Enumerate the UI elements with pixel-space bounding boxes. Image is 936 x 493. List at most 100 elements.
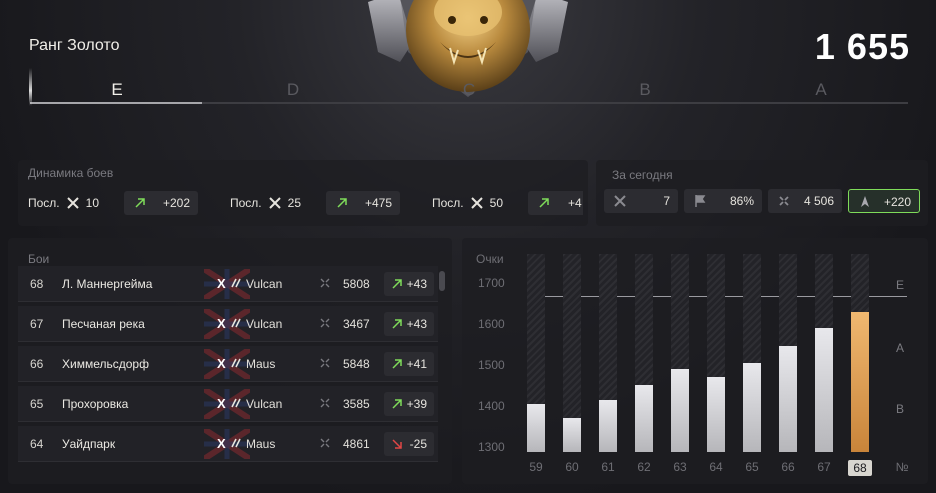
band-b: B [896, 402, 905, 416]
rank-title: Ранг Золото [29, 37, 120, 54]
tier-e[interactable]: E [102, 80, 132, 100]
battle-points-delta: +43 [384, 312, 434, 336]
tank-class-icon [231, 358, 241, 368]
battle-map: Химмельсдорф [62, 357, 149, 371]
bar-battle-67[interactable] [815, 328, 833, 452]
battle-points-delta: +43 [384, 272, 434, 296]
tier-c[interactable]: C [454, 80, 484, 100]
experience-icon [320, 358, 330, 368]
crossed-swords-icon [614, 195, 626, 207]
battles-scrollbar[interactable] [439, 271, 445, 291]
tier-b[interactable]: B [630, 80, 660, 100]
ranked-battles-screen: Ранг Золото 1 655 E D C B A Динамика бое… [0, 0, 936, 493]
nation-flag-icon [204, 309, 250, 339]
arrow-up-right-icon [390, 397, 404, 411]
x-tick-66: 66 [781, 460, 795, 474]
bar-battle-63[interactable] [671, 369, 689, 452]
today-experience-stat: 4 506 [768, 189, 842, 213]
tank-tier: X [217, 396, 226, 411]
flag-icon [695, 195, 706, 207]
tank-tier: X [217, 436, 226, 451]
chart-xlabel: № [895, 460, 909, 474]
tier-progress-bar: E D C B A [29, 68, 908, 106]
dynamics-prefix: Посл. [28, 196, 60, 210]
x-tick-59: 59 [529, 460, 543, 474]
rank-score: 1 655 [814, 26, 910, 67]
bar-battle-68[interactable] [851, 312, 869, 452]
x-tick-64: 64 [709, 460, 723, 474]
battle-row[interactable]: 67 Песчаная река X Vulcan 3467 +43 [18, 306, 438, 342]
arrow-up-right-icon [390, 317, 404, 331]
rank-arrow-icon [861, 196, 869, 207]
bar-battle-61[interactable] [599, 400, 617, 452]
tier-a[interactable]: A [806, 80, 836, 100]
battle-experience: 5808 [343, 277, 370, 291]
y-tick-1700: 1700 [478, 276, 505, 290]
dynamics-label: Динамика боев [28, 166, 114, 180]
tank-tier: X [217, 276, 226, 291]
today-winrate-stat: 86% [684, 189, 762, 213]
tank-tier: X [217, 316, 226, 331]
tank-name: Vulcan [246, 277, 283, 291]
dynamics-count: 25 [287, 196, 301, 210]
y-tick-1300: 1300 [478, 440, 505, 454]
y-tick-1500: 1500 [478, 358, 505, 372]
tank-tier: X [217, 356, 226, 371]
bar-battle-59[interactable] [527, 404, 545, 452]
battle-map: Уайдпарк [62, 437, 116, 451]
battle-row[interactable]: 66 Химмельсдорф X Maus 5848 +41 [18, 346, 438, 382]
battle-number: 66 [30, 357, 44, 371]
battle-number: 65 [30, 397, 44, 411]
x-tick-65: 65 [745, 460, 759, 474]
battle-experience: 3585 [343, 397, 370, 411]
battle-row[interactable]: 64 Уайдпарк X Maus 4861 -25 [18, 426, 438, 462]
battle-map: Песчаная река [62, 317, 145, 331]
experience-icon [779, 196, 789, 206]
experience-icon [320, 438, 330, 448]
arrow-up-right-icon [539, 198, 549, 208]
crossed-swords-icon [66, 197, 79, 209]
today-label: За сегодня [612, 168, 673, 182]
tank-class-icon [231, 438, 241, 448]
dynamics-count: 50 [489, 196, 503, 210]
dynamics-count: 10 [85, 196, 99, 210]
arrow-up-right-icon [135, 198, 145, 208]
experience-icon [320, 278, 330, 288]
dynamics-last-10: Посл. 10 [28, 191, 99, 215]
nation-flag-icon [204, 429, 250, 459]
tank-name: Maus [246, 357, 276, 371]
bar-battle-62[interactable] [635, 385, 653, 452]
y-tick-1600: 1600 [478, 317, 505, 331]
bar-battle-66[interactable] [779, 346, 797, 452]
battle-points-delta: +39 [384, 392, 434, 416]
dynamics-delta-10: +202 [124, 191, 198, 215]
x-tick-63: 63 [673, 460, 687, 474]
dynamics-prefix: Посл. [230, 196, 262, 210]
battle-number: 64 [30, 437, 44, 451]
tank-name: Vulcan [246, 397, 283, 411]
battle-row[interactable]: 68 Л. Маннергейма X Vulcan 5808 +43 [18, 266, 438, 302]
tank-class-icon [231, 318, 241, 328]
arrow-up-right-icon [390, 277, 404, 291]
experience-icon [320, 398, 330, 408]
bar-battle-60[interactable] [563, 418, 581, 452]
dynamics-delta-25: +475 [326, 191, 400, 215]
band-a: A [896, 341, 905, 355]
battle-delta-value: +43 [406, 277, 427, 291]
battles-label: Бои [28, 252, 50, 266]
battle-row[interactable]: 65 Прохоровка X Vulcan 3585 +39 [18, 386, 438, 422]
dynamics-delta-50: +4 [528, 191, 583, 215]
battle-delta-value: +43 [406, 317, 427, 331]
x-tick-61: 61 [601, 460, 615, 474]
y-tick-1400: 1400 [478, 399, 505, 413]
tier-d[interactable]: D [278, 80, 308, 100]
arrow-up-right-icon [390, 357, 404, 371]
bar-battle-64[interactable] [707, 377, 725, 452]
battle-map: Прохоровка [62, 397, 129, 411]
bar-battle-65[interactable] [743, 363, 761, 452]
tank-name: Maus [246, 437, 276, 451]
battle-points-delta: +41 [384, 352, 434, 376]
battle-experience: 3467 [343, 317, 370, 331]
nation-flag-icon [204, 269, 250, 299]
nation-flag-icon [204, 389, 250, 419]
